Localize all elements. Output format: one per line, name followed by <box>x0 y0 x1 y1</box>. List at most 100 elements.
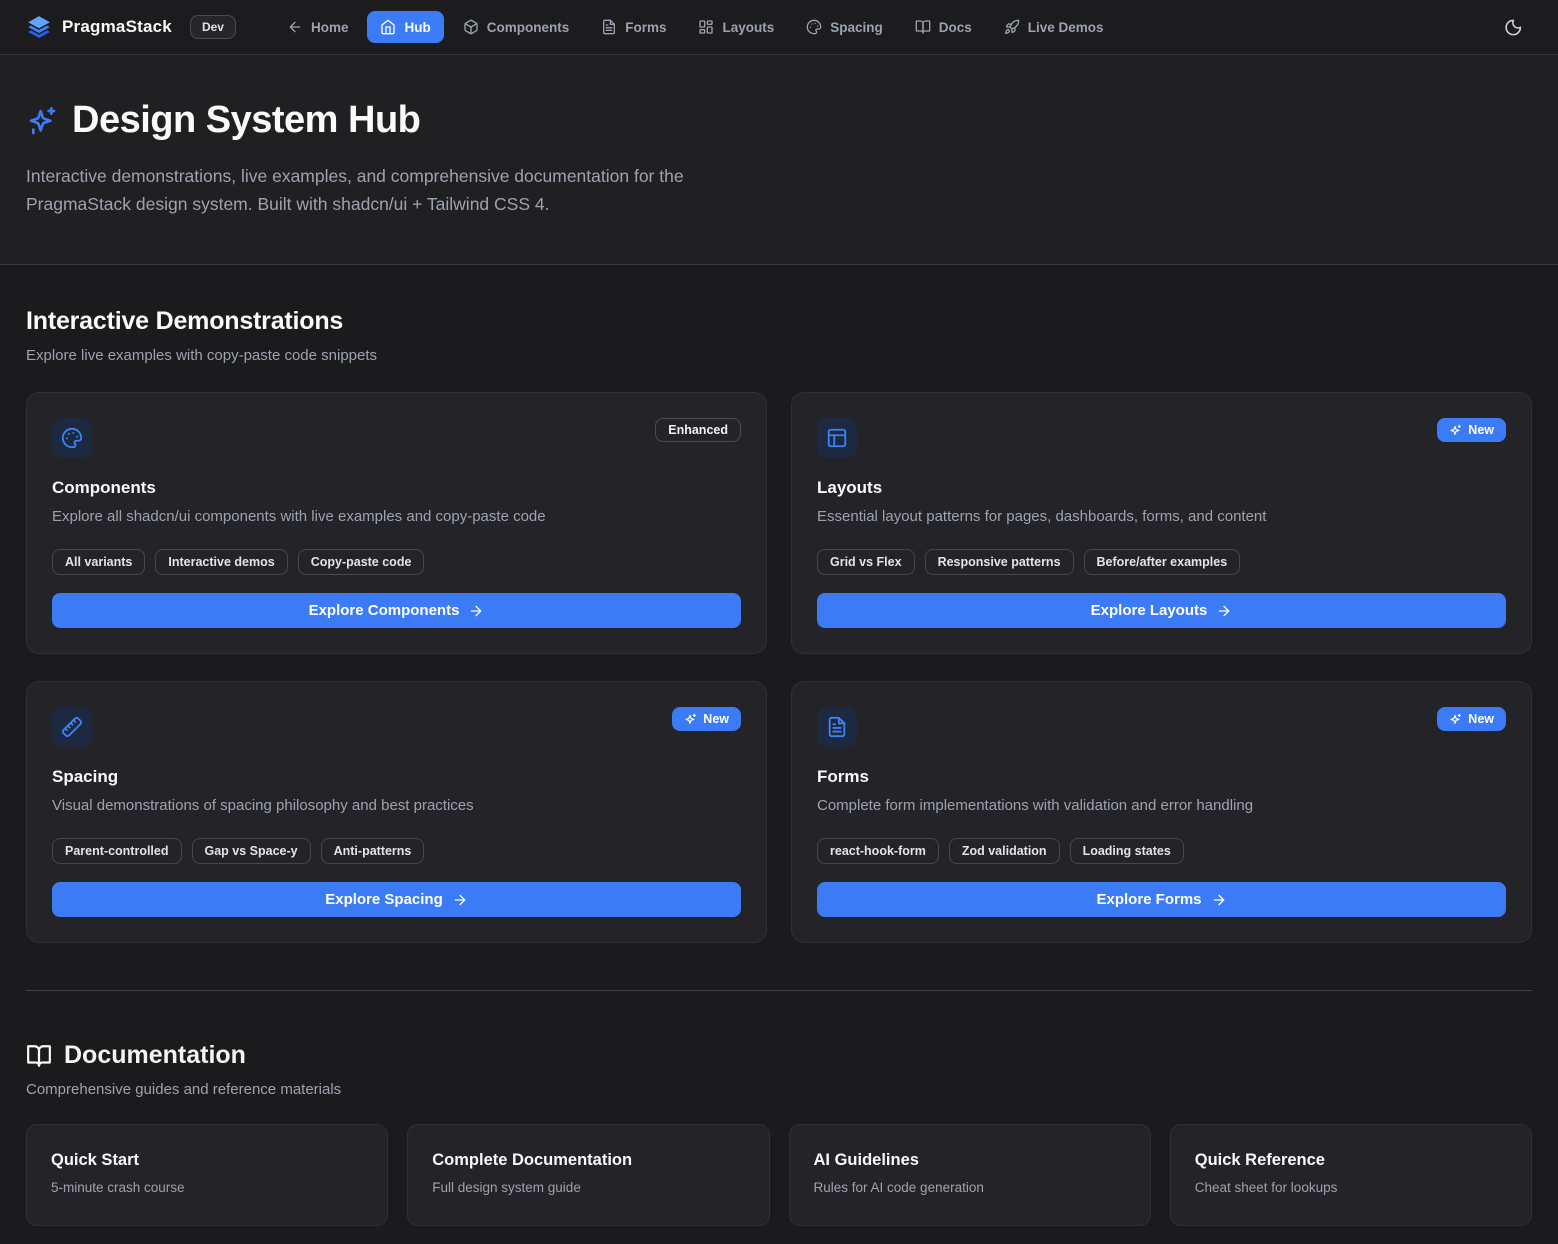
card-title: Layouts <box>817 478 1506 498</box>
tag: Anti-patterns <box>321 838 425 864</box>
page-title: Design System Hub <box>72 99 420 142</box>
sparkles-icon <box>1449 424 1462 437</box>
sparkles-icon <box>26 105 58 137</box>
book-open-icon <box>26 1043 52 1069</box>
hero-section: Design System Hub Interactive demonstrat… <box>0 55 1558 265</box>
arrow-right-icon <box>452 892 468 908</box>
badge-label: New <box>1468 711 1494 727</box>
doc-card-title: Complete Documentation <box>432 1151 744 1170</box>
nav-item-label: Hub <box>404 20 430 35</box>
book-open-icon <box>915 19 931 35</box>
moon-icon <box>1504 18 1523 37</box>
tag: Copy-paste code <box>298 549 425 575</box>
nav-item-live-demos[interactable]: Live Demos <box>991 11 1117 43</box>
new-badge: New <box>672 707 741 731</box>
cta-label: Explore Layouts <box>1091 602 1208 619</box>
nav-item-label: Components <box>487 20 570 35</box>
docs-section-subtitle: Comprehensive guides and reference mater… <box>26 1081 1532 1098</box>
nav-item-label: Home <box>311 20 349 35</box>
top-navigation: PragmaStack Dev Home Hub Components Fo <box>0 0 1558 55</box>
card-description: Visual demonstrations of spacing philoso… <box>52 796 741 816</box>
doc-card-title: AI Guidelines <box>814 1151 1126 1170</box>
arrow-right-icon <box>1216 603 1232 619</box>
brand[interactable]: PragmaStack Dev <box>26 14 236 40</box>
tag: Responsive patterns <box>925 549 1074 575</box>
doc-card-description: Cheat sheet for lookups <box>1195 1180 1507 1195</box>
demos-section-title: Interactive Demonstrations <box>26 307 1532 336</box>
nav-item-layouts[interactable]: Layouts <box>685 11 787 43</box>
doc-card-quick-start[interactable]: Quick Start 5-minute crash course <box>26 1124 388 1226</box>
card-description: Complete form implementations with valid… <box>817 796 1506 816</box>
home-icon <box>380 19 396 35</box>
card-title: Forms <box>817 767 1506 787</box>
badge-label: New <box>1468 422 1494 438</box>
demo-card-spacing: New Spacing Visual demonstrations of spa… <box>26 681 767 943</box>
doc-card-description: Full design system guide <box>432 1180 744 1195</box>
tag-row: Parent-controlled Gap vs Space-y Anti-pa… <box>52 838 741 864</box>
brand-name: PragmaStack <box>62 17 172 37</box>
demo-card-layouts: New Layouts Essential layout patterns fo… <box>791 392 1532 654</box>
demos-section: Interactive Demonstrations Explore live … <box>26 265 1532 943</box>
badge-label: New <box>703 711 729 727</box>
explore-spacing-button[interactable]: Explore Spacing <box>52 882 741 917</box>
doc-card-title: Quick Start <box>51 1151 363 1170</box>
sparkles-icon <box>1449 713 1462 726</box>
theme-toggle-button[interactable] <box>1494 8 1532 46</box>
nav-item-label: Forms <box>625 20 666 35</box>
doc-card-title: Quick Reference <box>1195 1151 1507 1170</box>
card-title: Spacing <box>52 767 741 787</box>
tag: Parent-controlled <box>52 838 182 864</box>
cta-label: Explore Forms <box>1096 891 1201 908</box>
nav-item-home[interactable]: Home <box>274 11 362 43</box>
nav-item-hub[interactable]: Hub <box>367 11 443 43</box>
layers-logo-icon <box>26 14 52 40</box>
main-content: Interactive Demonstrations Explore live … <box>0 265 1558 1244</box>
layout-dashboard-icon <box>698 19 714 35</box>
cta-label: Explore Spacing <box>325 891 443 908</box>
nav-item-components[interactable]: Components <box>450 11 583 43</box>
card-description: Explore all shadcn/ui components with li… <box>52 507 741 527</box>
palette-icon <box>52 418 92 458</box>
status-badge: Enhanced <box>655 418 741 442</box>
page-subtitle: Interactive demonstrations, live example… <box>26 162 768 218</box>
tag-row: All variants Interactive demos Copy-past… <box>52 549 741 575</box>
new-badge: New <box>1437 418 1506 442</box>
nav-item-forms[interactable]: Forms <box>588 11 679 43</box>
arrow-right-icon <box>468 603 484 619</box>
tag: Gap vs Space-y <box>192 838 311 864</box>
arrow-right-icon <box>1211 892 1227 908</box>
explore-layouts-button[interactable]: Explore Layouts <box>817 593 1506 628</box>
doc-card-complete-documentation[interactable]: Complete Documentation Full design syste… <box>407 1124 769 1226</box>
tag-row: Grid vs Flex Responsive patterns Before/… <box>817 549 1506 575</box>
arrow-left-icon <box>287 19 303 35</box>
doc-card-quick-reference[interactable]: Quick Reference Cheat sheet for lookups <box>1170 1124 1532 1226</box>
nav-item-label: Spacing <box>830 20 883 35</box>
nav-item-docs[interactable]: Docs <box>902 11 985 43</box>
tag: Grid vs Flex <box>817 549 915 575</box>
doc-card-description: Rules for AI code generation <box>814 1180 1126 1195</box>
new-badge: New <box>1437 707 1506 731</box>
nav-menu: Home Hub Components Forms Layouts <box>274 11 1117 43</box>
file-text-icon <box>601 19 617 35</box>
doc-card-ai-guidelines[interactable]: AI Guidelines Rules for AI code generati… <box>789 1124 1151 1226</box>
nav-item-label: Docs <box>939 20 972 35</box>
docs-section-title: Documentation <box>64 1041 246 1070</box>
doc-card-grid: Quick Start 5-minute crash course Comple… <box>26 1124 1532 1226</box>
demo-card-grid: Enhanced Components Explore all shadcn/u… <box>26 392 1532 943</box>
documentation-section: Documentation Comprehensive guides and r… <box>26 991 1532 1226</box>
explore-components-button[interactable]: Explore Components <box>52 593 741 628</box>
doc-card-description: 5-minute crash course <box>51 1180 363 1195</box>
card-description: Essential layout patterns for pages, das… <box>817 507 1506 527</box>
cta-label: Explore Components <box>309 602 460 619</box>
tag-row: react-hook-form Zod validation Loading s… <box>817 838 1506 864</box>
tag: Zod validation <box>949 838 1060 864</box>
demo-card-forms: New Forms Complete form implementations … <box>791 681 1532 943</box>
panels-layout-icon <box>817 418 857 458</box>
explore-forms-button[interactable]: Explore Forms <box>817 882 1506 917</box>
tag: Before/after examples <box>1084 549 1241 575</box>
palette-icon <box>806 19 822 35</box>
nav-item-spacing[interactable]: Spacing <box>793 11 896 43</box>
file-text-icon <box>817 707 857 747</box>
env-badge: Dev <box>190 15 236 39</box>
tag: Interactive demos <box>155 549 287 575</box>
